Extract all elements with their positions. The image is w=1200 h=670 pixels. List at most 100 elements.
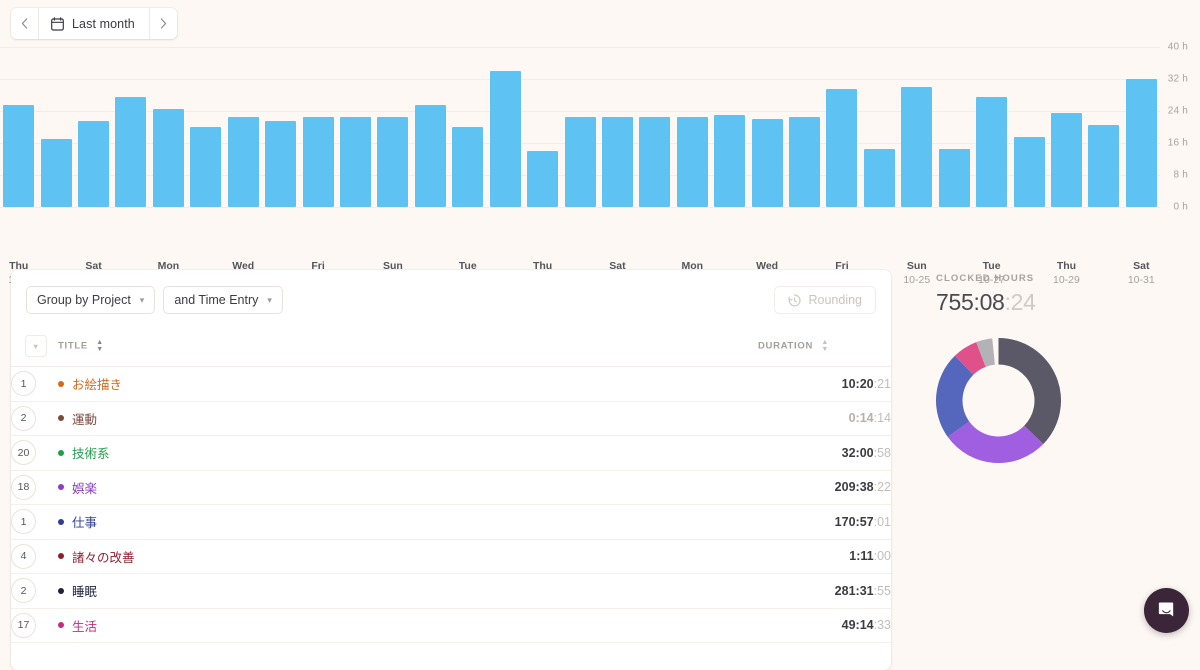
chart-bar[interactable] — [826, 89, 858, 207]
x-axis-weekday-label: Tue — [982, 260, 1001, 272]
project-title-cell: 睡眠 — [58, 573, 758, 609]
y-axis-tick-label: 32 h — [1167, 73, 1188, 85]
entry-count-cell: 2 — [11, 401, 58, 436]
project-color-dot-icon — [58, 415, 64, 422]
expand-all-button[interactable]: ▾ — [25, 335, 47, 357]
entry-count-cell: 2 — [11, 573, 58, 609]
chart-bar[interactable] — [489, 71, 521, 207]
duration-column-label: DURATION — [758, 340, 814, 352]
sort-ascending-icon: ▲ ▼ — [96, 339, 104, 353]
chart-bar[interactable] — [190, 127, 222, 207]
entry-count-badge[interactable]: 4 — [11, 543, 36, 569]
project-title-cell: 技術系 — [58, 435, 758, 471]
secondary-group-dropdown[interactable]: and Time Entry ▾ — [163, 286, 283, 314]
date-range-selector[interactable]: Last month — [39, 8, 149, 39]
duration-main: 32:00 — [841, 445, 874, 460]
chart-bar[interactable] — [751, 119, 783, 207]
chart-bar[interactable] — [265, 121, 297, 207]
entry-count-badge[interactable]: 2 — [11, 405, 36, 431]
chart-bar[interactable] — [339, 117, 371, 207]
previous-period-button[interactable] — [11, 8, 38, 39]
chevron-right-icon — [160, 18, 167, 29]
entry-count-badge[interactable]: 1 — [11, 371, 36, 397]
chart-bar[interactable] — [863, 149, 895, 207]
history-clock-icon — [789, 294, 802, 306]
entry-count-badge[interactable]: 1 — [11, 509, 36, 535]
table-row[interactable]: 20 技術系 32:00:58 — [11, 435, 891, 471]
chart-bar[interactable] — [789, 117, 821, 207]
chevron-down-icon: ▾ — [267, 294, 272, 305]
entry-count-badge[interactable]: 20 — [11, 440, 36, 466]
chart-bar[interactable] — [639, 117, 671, 207]
chart-bar[interactable] — [938, 149, 970, 207]
chart-bar[interactable] — [152, 109, 184, 207]
chart-bar[interactable] — [1013, 137, 1045, 207]
project-title-label: 生活 — [72, 619, 98, 634]
project-title-label: 睡眠 — [72, 585, 98, 600]
group-by-project-dropdown[interactable]: Group by Project ▾ — [26, 286, 156, 314]
project-title-cell: 仕事 — [58, 504, 758, 540]
chart-bar[interactable] — [901, 87, 933, 207]
entry-count-cell: 17 — [11, 608, 58, 643]
chart-bar[interactable] — [452, 127, 484, 207]
table-row[interactable]: 4 諸々の改善 1:11:00 — [11, 539, 891, 574]
entry-count-badge[interactable]: 18 — [11, 474, 36, 500]
duration-column-header[interactable]: DURATION ▲ ▼ — [758, 326, 891, 367]
project-title-cell: 諸々の改善 — [58, 539, 758, 574]
chevron-left-icon — [21, 18, 28, 29]
chat-bubble-icon — [1158, 602, 1174, 617]
table-row[interactable]: 2 睡眠 281:31:55 — [11, 573, 891, 609]
donut-slice[interactable] — [998, 338, 1062, 445]
chart-bar[interactable] — [1125, 79, 1157, 207]
project-color-dot-icon — [58, 380, 64, 387]
chart-bar[interactable] — [976, 97, 1008, 207]
table-header: ▾ TITLE ▲ ▼ DURATION ▲ ▼ — [11, 326, 891, 367]
y-axis-tick-label: 16 h — [1167, 137, 1188, 149]
time-entries-table: ▾ TITLE ▲ ▼ DURATION ▲ ▼ 1 お絵描き 10:20:21 2 運動 0… — [11, 326, 891, 643]
chart-bar[interactable] — [3, 105, 35, 207]
chart-bar[interactable] — [40, 139, 72, 207]
title-column-header[interactable]: TITLE ▲ ▼ — [58, 326, 758, 367]
duration-seconds: :58 — [873, 445, 891, 460]
table-row[interactable]: 17 生活 49:14:33 — [11, 608, 891, 643]
duration-main: 281:31 — [834, 583, 874, 598]
chart-bar[interactable] — [601, 117, 633, 207]
duration-seconds: :22 — [873, 480, 891, 495]
chart-bar[interactable] — [377, 117, 409, 207]
chart-bar[interactable] — [1088, 125, 1120, 207]
duration-main: 10:20 — [841, 376, 874, 391]
chart-bar[interactable] — [564, 117, 596, 207]
entry-count-cell: 4 — [11, 539, 58, 574]
duration-seconds: :21 — [873, 376, 891, 391]
chat-widget-button[interactable] — [1144, 588, 1189, 633]
x-axis-weekday-label: Sat — [1133, 260, 1150, 272]
rounding-button[interactable]: Rounding — [774, 286, 876, 314]
table-row[interactable]: 1 お絵描き 10:20:21 — [11, 366, 891, 402]
chart-bar[interactable] — [115, 97, 147, 207]
table-row[interactable]: 2 運動 0:14:14 — [11, 401, 891, 436]
next-period-button[interactable] — [149, 8, 177, 39]
project-title-cell: 生活 — [58, 608, 758, 643]
time-entries-card: Group by Project ▾ and Time Entry ▾ Roun… — [11, 270, 891, 670]
chart-bar[interactable] — [527, 151, 559, 207]
x-axis-weekday-label: Sun — [906, 260, 927, 272]
chart-bar[interactable] — [414, 105, 446, 207]
chart-bar[interactable] — [714, 115, 746, 207]
entry-count-badge[interactable]: 17 — [11, 612, 36, 638]
chevron-down-icon: ▾ — [139, 294, 145, 305]
duration-seconds: :14 — [873, 411, 891, 426]
chart-bar[interactable] — [302, 117, 334, 207]
clocked-hours-main: 755:08 — [936, 289, 1005, 315]
entry-count-badge[interactable]: 2 — [11, 578, 36, 604]
donut-svg — [936, 338, 1061, 463]
chart-bar[interactable] — [676, 117, 708, 207]
table-row[interactable]: 18 娯楽 209:38:22 — [11, 470, 891, 505]
y-axis-tick-label: 0 h — [1173, 201, 1188, 213]
chart-bar[interactable] — [227, 117, 259, 207]
chart-bar[interactable] — [1050, 113, 1082, 207]
chart-bar[interactable] — [78, 121, 110, 207]
project-title-label: 運動 — [72, 412, 98, 427]
table-row[interactable]: 1 仕事 170:57:01 — [11, 504, 891, 540]
project-color-dot-icon — [58, 449, 64, 456]
clocked-hours-value: 755:08:24 — [936, 289, 1186, 316]
